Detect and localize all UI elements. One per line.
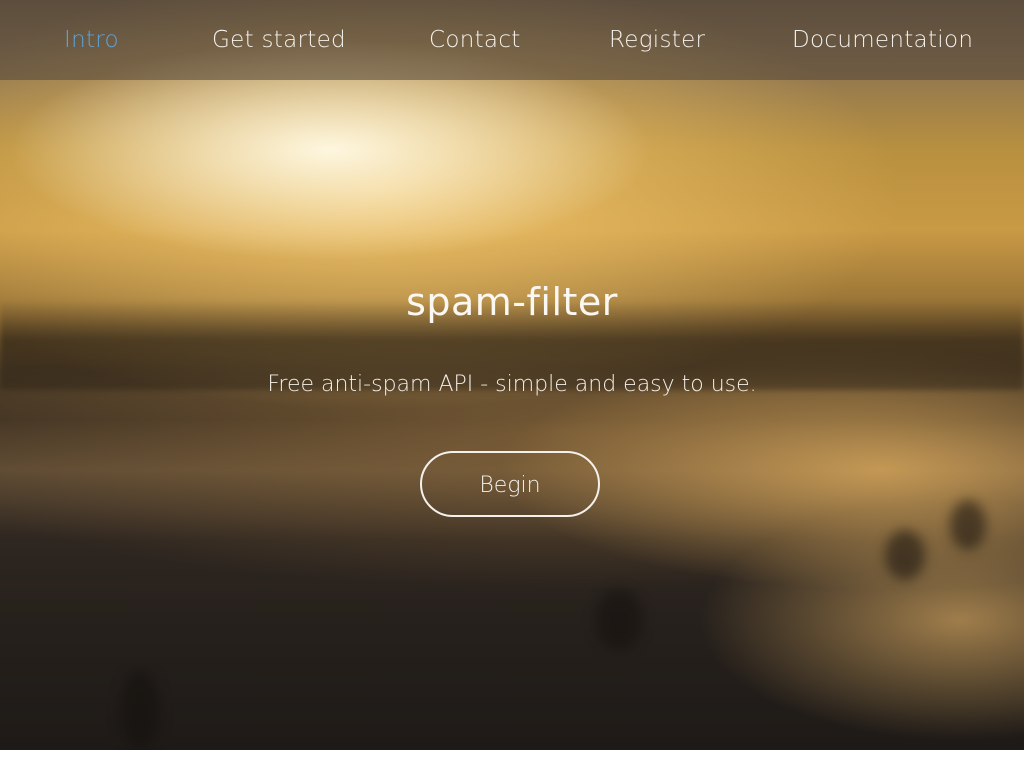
- nav-item-get-started[interactable]: Get started: [212, 0, 346, 80]
- top-navbar: Intro Get started Contact Register Docum…: [0, 0, 1024, 80]
- person-silhouette: [595, 590, 643, 650]
- page-title: spam-filter: [406, 280, 618, 324]
- nav-item-contact[interactable]: Contact: [429, 0, 521, 80]
- nav-item-register[interactable]: Register: [609, 0, 705, 80]
- nav-item-documentation[interactable]: Documentation: [792, 0, 973, 80]
- person-silhouette: [885, 530, 925, 580]
- hero-background: Intro Get started Contact Register Docum…: [0, 0, 1024, 750]
- person-silhouette: [950, 500, 986, 550]
- person-silhouette: [120, 670, 160, 750]
- begin-button[interactable]: Begin: [420, 451, 600, 517]
- nav-item-intro[interactable]: Intro: [64, 0, 119, 80]
- page-subtitle: Free anti-spam API - simple and easy to …: [267, 372, 757, 397]
